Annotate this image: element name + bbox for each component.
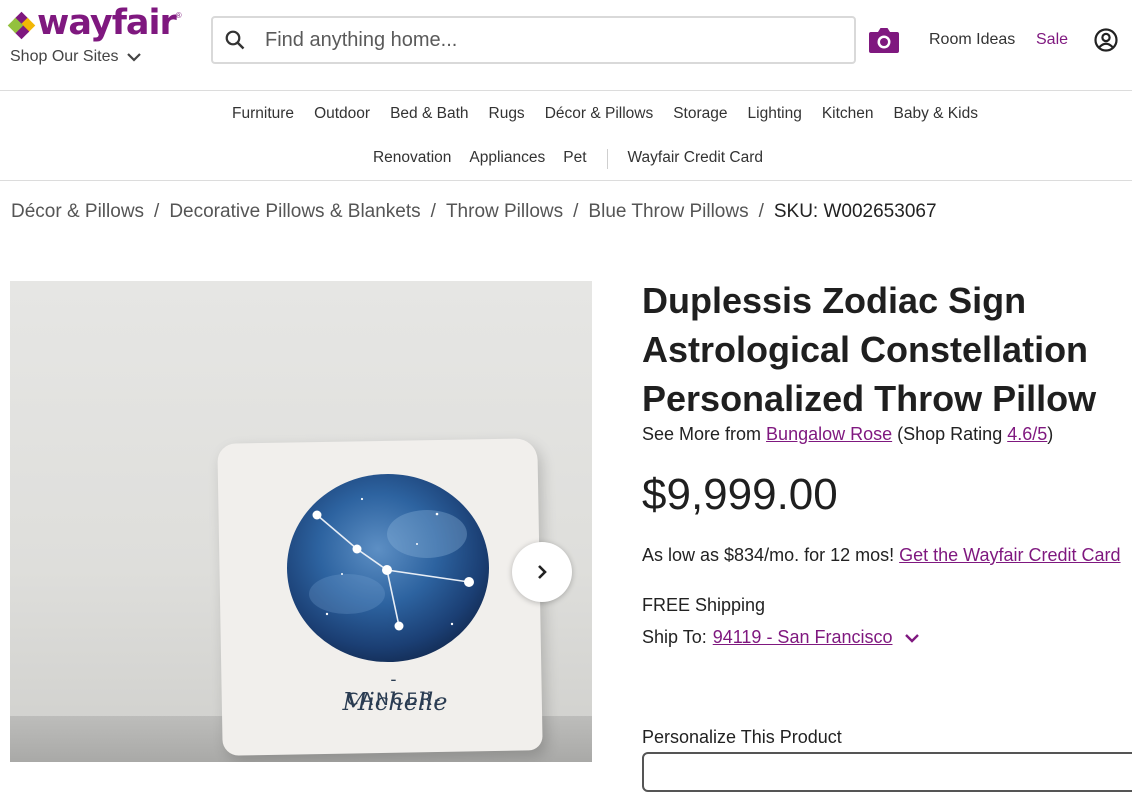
breadcrumb-separator: /	[573, 201, 579, 222]
breadcrumb-throw-pillows[interactable]: Throw Pillows	[446, 201, 563, 223]
logo-mark-icon	[7, 11, 36, 40]
chevron-down-icon	[126, 53, 141, 62]
product-sku: SKU: W002653067	[773, 201, 937, 222]
search-icon[interactable]	[225, 30, 245, 50]
logo-text: wayfair	[37, 3, 177, 43]
nav-item-rugs[interactable]: Rugs	[489, 105, 525, 123]
room-ideas-link[interactable]: Room Ideas	[929, 31, 1015, 49]
wayfair-credit-link[interactable]: Get the Wayfair Credit Card	[899, 545, 1120, 565]
camera-icon[interactable]	[868, 26, 900, 54]
search-input[interactable]	[263, 27, 827, 53]
search-bar[interactable]	[211, 16, 856, 64]
shop-rating-prefix: (Shop Rating	[892, 424, 1008, 444]
breadcrumb-decor-pillows[interactable]: Décor & Pillows	[11, 201, 144, 223]
chevron-right-icon	[538, 565, 547, 579]
category-nav-row-2: Renovation Appliances Pet Wayfair Credit…	[0, 149, 1132, 169]
nav-item-kitchen[interactable]: Kitchen	[822, 105, 874, 123]
shop-our-sites-label: Shop Our Sites	[10, 48, 119, 65]
product-price: $9,999.00	[642, 470, 838, 519]
breadcrumb: Décor & Pillows / Decorative Pillows & B…	[11, 201, 937, 223]
nav-item-appliances[interactable]: Appliances	[469, 149, 545, 169]
nav-item-furniture[interactable]: Furniture	[232, 105, 294, 123]
logo-registered-mark: ®	[175, 11, 182, 20]
financing-offer: As low as $834/mo. for 12 mos! Get the W…	[642, 545, 1121, 566]
nav-item-wayfair-credit-card[interactable]: Wayfair Credit Card	[628, 149, 764, 169]
product-title: Duplessis Zodiac Sign Astrological Const…	[642, 280, 1097, 419]
nav-item-renovation[interactable]: Renovation	[373, 149, 451, 169]
shop-our-sites-dropdown[interactable]: Shop Our Sites	[10, 48, 141, 66]
ship-to-location-link[interactable]: 94119 - San Francisco	[713, 627, 893, 648]
shop-rating-suffix: )	[1047, 424, 1054, 444]
nav-item-storage[interactable]: Storage	[673, 105, 727, 123]
see-more-prefix: See More from	[642, 424, 767, 444]
nav-item-decor-pillows[interactable]: Décor & Pillows	[545, 105, 654, 123]
nav-item-outdoor[interactable]: Outdoor	[314, 105, 370, 123]
chevron-down-icon[interactable]	[904, 632, 920, 644]
see-more-from: See More from Bungalow Rose (Shop Rating…	[642, 424, 1053, 445]
nav-item-pet[interactable]: Pet	[563, 149, 586, 169]
breadcrumb-separator: /	[758, 201, 764, 222]
account-icon[interactable]	[1094, 28, 1118, 52]
next-image-button[interactable]	[512, 542, 572, 602]
wayfair-logo[interactable]: wayfair ®	[7, 3, 182, 43]
breadcrumb-blue-throw-pillows[interactable]: Blue Throw Pillows	[588, 201, 748, 223]
category-nav-row-1: Furniture Outdoor Bed & Bath Rugs Décor …	[0, 105, 1132, 123]
shop-rating-link[interactable]: 4.6/5	[1007, 424, 1047, 444]
sale-link[interactable]: Sale	[1036, 31, 1068, 49]
nav-divider	[606, 149, 608, 169]
financing-text: As low as $834/mo. for 12 mos!	[642, 545, 900, 565]
category-nav: Furniture Outdoor Bed & Bath Rugs Décor …	[0, 91, 1132, 181]
nav-item-lighting[interactable]: Lighting	[748, 105, 802, 123]
breadcrumb-decorative-pillows-blankets[interactable]: Decorative Pillows & Blankets	[169, 201, 420, 223]
breadcrumb-separator: /	[154, 201, 160, 222]
constellation-artwork	[287, 474, 489, 662]
pillow-personalized-name: Michelle	[342, 688, 448, 716]
site-header: wayfair ® Shop Our Sites Room Ideas Sale	[0, 0, 1132, 91]
personalize-input[interactable]	[642, 752, 1132, 792]
ship-to-label: Ship To:	[642, 627, 707, 647]
personalize-heading: Personalize This Product	[642, 727, 842, 747]
breadcrumb-separator: /	[430, 201, 436, 222]
nav-item-bed-bath[interactable]: Bed & Bath	[390, 105, 468, 123]
free-shipping-label: FREE Shipping	[642, 595, 766, 615]
nav-item-baby-kids[interactable]: Baby & Kids	[894, 105, 978, 123]
ship-to: Ship To: 94119 - San Francisco	[642, 627, 920, 648]
brand-link[interactable]: Bungalow Rose	[766, 424, 892, 444]
